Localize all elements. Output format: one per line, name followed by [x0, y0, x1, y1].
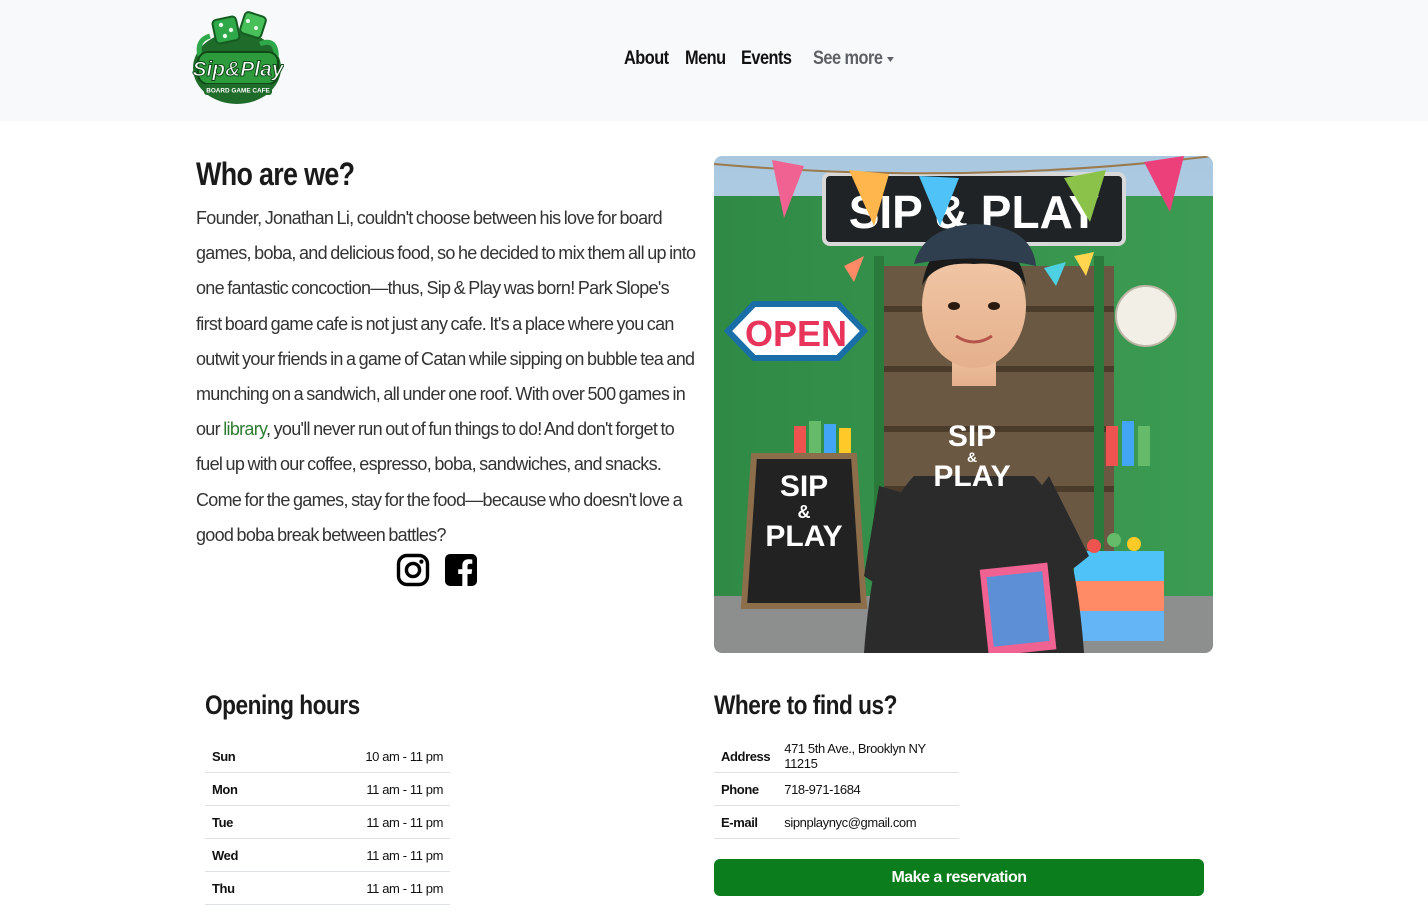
nav-about[interactable]: About: [624, 48, 669, 70]
phone-value: 718-971-1684: [777, 772, 959, 806]
day-label: Mon: [205, 772, 280, 806]
address-label: Address: [714, 740, 778, 773]
logo-subtext: BOARD GAME CAFE: [206, 88, 270, 95]
hours-value: 10 am - 11 pm: [279, 740, 450, 773]
instagram-icon[interactable]: [396, 553, 430, 587]
svg-text:PLAY: PLAY: [765, 520, 842, 553]
day-label: Wed: [205, 838, 280, 872]
table-row: Phone 718-971-1684: [714, 772, 959, 806]
contact-table: Address 471 5th Ave., Brooklyn NY 11215 …: [714, 740, 959, 839]
email-label: E-mail: [714, 805, 778, 839]
about-text-part-1: Founder, Jonathan Li, couldn't choose be…: [196, 208, 696, 440]
cafe-storefront-illustration: SIP & PLAY OPEN SIP & PLAY SIP & PLAY: [714, 156, 1213, 653]
svg-text:SIP: SIP: [780, 470, 828, 503]
table-row: Tue 11 am - 11 pm: [205, 805, 450, 839]
location-title: Where to find us?: [714, 690, 897, 720]
logo-wordmark: Sip&Play: [192, 58, 284, 81]
facebook-icon[interactable]: [444, 553, 478, 587]
chevron-down-icon: [886, 56, 894, 62]
table-row: Sun 10 am - 11 pm: [205, 740, 450, 773]
about-description: Founder, Jonathan Li, couldn't choose be…: [196, 201, 696, 553]
make-reservation-button[interactable]: Make a reservation: [714, 859, 1204, 896]
nav-events[interactable]: Events: [741, 48, 792, 70]
table-row: Wed 11 am - 11 pm: [205, 838, 450, 872]
day-label: Thu: [205, 871, 280, 905]
address-value: 471 5th Ave., Brooklyn NY 11215: [777, 740, 959, 773]
day-label: Sun: [205, 740, 280, 773]
hours-value: 11 am - 11 pm: [279, 838, 450, 872]
opening-hours-title: Opening hours: [205, 690, 360, 720]
svg-text:&: &: [798, 502, 811, 522]
nav-menu[interactable]: Menu: [685, 48, 726, 70]
social-links: [396, 553, 478, 587]
table-row: Address 471 5th Ave., Brooklyn NY 11215: [714, 740, 959, 773]
phone-label: Phone: [714, 772, 778, 806]
about-text-part-2: , you'll never run out of fun things to …: [196, 419, 683, 545]
nav-see-more-dropdown[interactable]: See more: [813, 48, 894, 70]
library-link[interactable]: library: [223, 419, 266, 439]
hours-value: 11 am - 11 pm: [279, 871, 450, 905]
nav-see-more-label: See more: [812, 48, 883, 69]
about-title: Who are we?: [196, 156, 355, 192]
main-nav: About Menu Events See more: [624, 44, 916, 74]
svg-text:OPEN: OPEN: [745, 313, 847, 354]
hours-value: 11 am - 11 pm: [279, 805, 450, 839]
opening-hours-table: Sun 10 am - 11 pm Mon 11 am - 11 pm Tue …: [205, 740, 450, 905]
day-label: Tue: [205, 805, 280, 839]
email-value: sipnplaynyc@gmail.com: [777, 805, 959, 839]
svg-text:PLAY: PLAY: [933, 460, 1010, 493]
table-row: E-mail sipnplaynyc@gmail.com: [714, 805, 959, 839]
table-row: Mon 11 am - 11 pm: [205, 772, 450, 806]
sip-and-play-logo[interactable]: Sip&Play BOARD GAME CAFE: [190, 8, 284, 110]
hero-image: SIP & PLAY OPEN SIP & PLAY SIP & PLAY: [714, 156, 1213, 653]
navbar: Sip&Play BOARD GAME CAFE About Menu Even…: [0, 0, 1428, 121]
table-row: Thu 11 am - 11 pm: [205, 871, 450, 905]
hours-value: 11 am - 11 pm: [279, 772, 450, 806]
